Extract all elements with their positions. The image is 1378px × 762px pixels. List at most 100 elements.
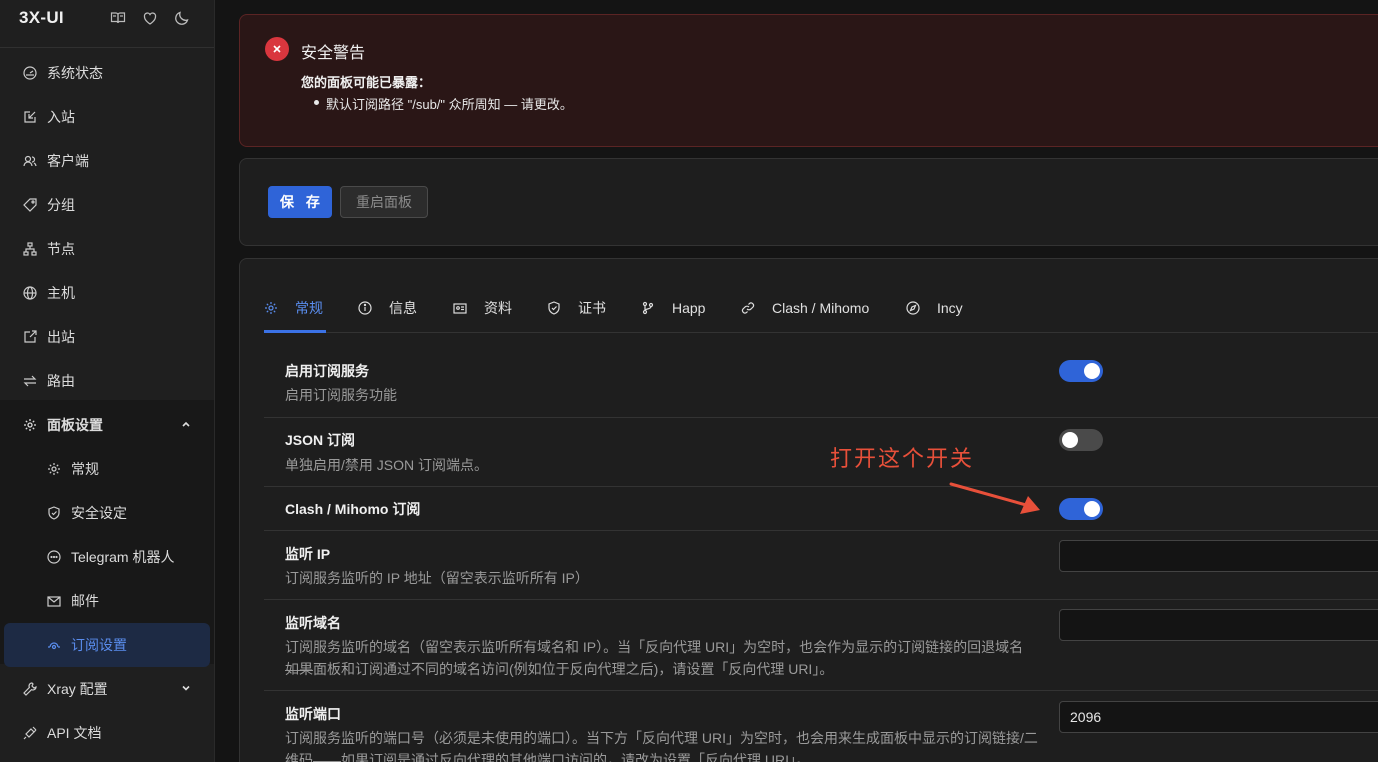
setting-label: 监听 IP: [285, 546, 331, 562]
settings-tabs: 常规 信息 资料 证书 Happ Clash / Mihomo Incy: [264, 259, 1378, 333]
gear-icon: [264, 301, 278, 315]
alert-title: 安全警告: [301, 45, 366, 62]
sidebar-item-outbounds[interactable]: 出站: [0, 315, 214, 359]
sidebar-item-security[interactable]: 安全设定: [0, 491, 214, 535]
sidebar-item-nodes[interactable]: 节点: [0, 227, 214, 271]
branch-icon: [641, 301, 655, 315]
sidebar-item-status[interactable]: 系统状态: [0, 51, 214, 95]
json-sub-toggle[interactable]: [1059, 429, 1103, 451]
sidebar-nav: 系统状态 入站 客户端 分组 节点 主机 出站 路由 面板设置 常规 安全设定 …: [0, 51, 214, 755]
sidebar-item-label: 安全设定: [71, 505, 127, 521]
toggle-knob: [1062, 432, 1078, 448]
alert-subtitle: 您的面板可能已暴露：: [301, 75, 432, 90]
tab-label: 常规: [295, 300, 323, 316]
error-icon: [265, 37, 289, 61]
tab-info[interactable]: 信息: [358, 299, 417, 317]
sidebar-item-routing[interactable]: 路由: [0, 359, 214, 403]
setting-label: JSON 订阅: [285, 432, 356, 448]
annotation-text: 打开这个开关: [830, 446, 975, 471]
setting-label: Clash / Mihomo 订阅: [285, 501, 421, 517]
subscription-settings-panel: 常规 信息 资料 证书 Happ Clash / Mihomo Incy 启用订…: [239, 258, 1378, 762]
inbound-icon: [23, 110, 37, 124]
brand-header: 3X-UI: [0, 0, 214, 48]
save-button[interactable]: 保 存: [268, 186, 332, 218]
sidebar-item-label: 入站: [47, 109, 75, 125]
sidebar-item-panel-settings[interactable]: 面板设置: [0, 403, 214, 447]
tag-icon: [23, 198, 37, 212]
listen-port-input[interactable]: [1059, 701, 1378, 733]
tab-incy[interactable]: Incy: [906, 299, 963, 317]
setting-label: 监听域名: [285, 615, 341, 631]
listen-ip-input[interactable]: [1059, 540, 1378, 572]
actions-panel: 保 存 重启面板: [239, 158, 1378, 246]
mail-icon: [47, 594, 61, 608]
tab-clash[interactable]: Clash / Mihomo: [741, 299, 869, 317]
annotation-arrow: [949, 482, 1040, 514]
sidebar-item-label: 出站: [47, 329, 75, 345]
sidebar-item-label: 节点: [47, 241, 75, 257]
moon-icon[interactable]: [174, 10, 190, 26]
globe-icon: [23, 286, 37, 300]
dashboard-icon: [23, 66, 37, 80]
tab-label: Clash / Mihomo: [772, 300, 870, 316]
sidebar-item-telegram[interactable]: Telegram 机器人: [0, 535, 214, 579]
tab-label: Happ: [672, 300, 706, 316]
link-icon: [741, 301, 755, 315]
subscription-icon: [47, 638, 61, 652]
shield-icon: [47, 506, 61, 520]
sidebar-item-general[interactable]: 常规: [0, 447, 214, 491]
sidebar-item-label: 主机: [47, 285, 75, 301]
sidebar-item-api-docs[interactable]: API 文档: [0, 711, 214, 755]
book-icon[interactable]: [110, 10, 126, 26]
setting-row-listen-domain: 监听域名 订阅服务监听的域名（留空表示监听所有域名和 IP）。当「反向代理 UR…: [264, 600, 1378, 691]
sidebar-item-label: Xray 配置: [47, 681, 108, 697]
sidebar-item-inbounds[interactable]: 入站: [0, 95, 214, 139]
listen-domain-input[interactable]: [1059, 609, 1378, 641]
setting-description: 订阅服务监听的 IP 地址（留空表示监听所有 IP）: [285, 570, 589, 586]
setting-description: 维码——如果订阅是通过反向代理的其他端口访问的，请改为设置「反向代理 URI」。: [285, 752, 810, 762]
setting-row-listen-port: 监听端口 订阅服务监听的端口号（必须是未使用的端口）。当下方「反向代理 URI」…: [264, 691, 1378, 762]
sidebar-item-label: 系统状态: [47, 65, 103, 81]
sidebar-item-subscription[interactable]: 订阅设置: [4, 623, 210, 667]
gear-icon: [23, 418, 37, 432]
tab-happ[interactable]: Happ: [641, 299, 705, 317]
sidebar-item-label: 邮件: [71, 593, 99, 609]
setting-description: 订阅服务监听的端口号（必须是未使用的端口）。当下方「反向代理 URI」为空时，也…: [285, 730, 1038, 746]
sidebar-item-mail[interactable]: 邮件: [0, 579, 214, 623]
swap-icon: [23, 374, 37, 388]
setting-label: 监听端口: [285, 706, 341, 722]
clash-sub-toggle[interactable]: [1059, 498, 1103, 520]
sidebar-item-groups[interactable]: 分组: [0, 183, 214, 227]
tab-label: 资料: [484, 300, 512, 316]
sidebar-item-label: 客户端: [47, 153, 89, 169]
sidebar-item-label: 面板设置: [47, 417, 103, 433]
tool-icon: [23, 682, 37, 696]
setting-row-json-sub: JSON 订阅 单独启用/禁用 JSON 订阅端点。: [264, 418, 1378, 487]
tab-general[interactable]: 常规: [264, 299, 323, 317]
api-icon: [23, 726, 37, 740]
cluster-icon: [23, 242, 37, 256]
sidebar-item-label: 分组: [47, 197, 75, 213]
brand-title: 3X-UI: [19, 8, 64, 27]
sidebar-item-clients[interactable]: 客户端: [0, 139, 214, 183]
sidebar-item-xray[interactable]: Xray 配置: [0, 667, 214, 711]
gear-icon: [47, 462, 61, 476]
security-alert: 安全警告 您的面板可能已暴露： 默认订阅路径 "/sub/" 众所周知 — 请更…: [239, 14, 1378, 147]
heart-icon[interactable]: [142, 10, 158, 26]
sidebar-item-label: Telegram 机器人: [71, 549, 175, 565]
brand-icons: [110, 10, 190, 26]
sidebar-item-hosts[interactable]: 主机: [0, 271, 214, 315]
info-icon: [358, 301, 372, 315]
alert-bullet: 默认订阅路径 "/sub/" 众所周知 — 请更改。: [326, 97, 573, 112]
tab-label: Incy: [937, 300, 963, 316]
sidebar-item-label: API 文档: [47, 725, 102, 741]
setting-description: 如果面板和订阅通过不同的域名访问(例如位于反向代理之后)，请设置「反向代理 UR…: [285, 661, 834, 677]
compass-icon: [906, 301, 920, 315]
setting-row-clash-sub: Clash / Mihomo 订阅: [264, 487, 1378, 531]
restart-panel-button[interactable]: 重启面板: [340, 186, 428, 218]
setting-row-enable-sub: 启用订阅服务 启用订阅服务功能: [264, 333, 1378, 418]
tab-certificate[interactable]: 证书: [547, 299, 606, 317]
outbound-icon: [23, 330, 37, 344]
enable-sub-toggle[interactable]: [1059, 360, 1103, 382]
tab-profile[interactable]: 资料: [453, 299, 512, 317]
